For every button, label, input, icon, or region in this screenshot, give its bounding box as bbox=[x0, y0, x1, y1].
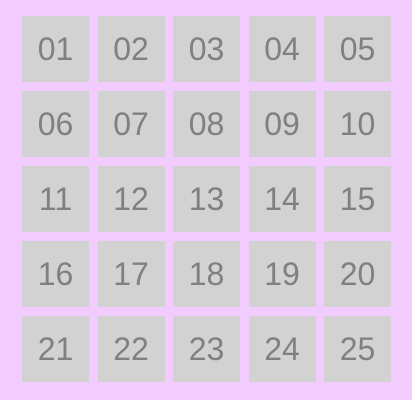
grid-tile[interactable]: 21 bbox=[22, 316, 89, 382]
grid-tile[interactable]: 07 bbox=[97, 91, 165, 157]
grid-tile[interactable]: 17 bbox=[97, 241, 165, 307]
grid-tile[interactable]: 11 bbox=[22, 166, 89, 232]
grid-tile[interactable]: 03 bbox=[173, 16, 240, 82]
tile-label: 01 bbox=[37, 31, 74, 67]
grid-tile[interactable]: 06 bbox=[22, 91, 89, 157]
grid-tile[interactable]: 05 bbox=[324, 16, 391, 82]
grid-tile[interactable]: 23 bbox=[173, 316, 240, 382]
tile-label: 14 bbox=[264, 181, 300, 217]
tile-grid: 01 02 03 04 05 06 07 08 09 10 11 12 13 1… bbox=[22, 16, 391, 382]
page: { "theme": { "background_color": "#f3ccf… bbox=[0, 0, 412, 400]
tile-label: 23 bbox=[188, 331, 225, 367]
grid-tile[interactable]: 16 bbox=[22, 241, 89, 307]
tile-label: 19 bbox=[264, 256, 300, 292]
grid-tile[interactable]: 20 bbox=[324, 241, 391, 307]
grid-tile[interactable]: 02 bbox=[97, 16, 165, 82]
tile-label: 22 bbox=[113, 331, 149, 367]
grid-tile[interactable]: 04 bbox=[248, 16, 316, 82]
tile-label: 04 bbox=[264, 31, 300, 67]
tile-label: 20 bbox=[339, 256, 376, 292]
tile-label: 15 bbox=[339, 181, 376, 217]
tile-label: 24 bbox=[264, 331, 300, 367]
tile-label: 18 bbox=[188, 256, 225, 292]
tile-label: 21 bbox=[37, 331, 74, 367]
grid-tile[interactable]: 14 bbox=[248, 166, 316, 232]
grid-tile[interactable]: 19 bbox=[248, 241, 316, 307]
grid-tile[interactable]: 08 bbox=[173, 91, 240, 157]
grid-tile[interactable]: 15 bbox=[324, 166, 391, 232]
tile-label: 08 bbox=[188, 106, 225, 142]
tile-label: 10 bbox=[339, 106, 376, 142]
grid-tile[interactable]: 24 bbox=[248, 316, 316, 382]
grid-tile[interactable]: 09 bbox=[248, 91, 316, 157]
grid-tile[interactable]: 13 bbox=[173, 166, 240, 232]
grid-tile[interactable]: 25 bbox=[324, 316, 391, 382]
tile-label: 11 bbox=[38, 181, 73, 217]
tile-label: 25 bbox=[339, 331, 376, 367]
grid-tile[interactable]: 12 bbox=[97, 166, 165, 232]
grid-tile[interactable]: 18 bbox=[173, 241, 240, 307]
tile-label: 12 bbox=[113, 181, 149, 217]
tile-label: 07 bbox=[113, 106, 149, 142]
tile-label: 13 bbox=[188, 181, 225, 217]
tile-label: 16 bbox=[37, 256, 74, 292]
grid-tile[interactable]: 22 bbox=[97, 316, 165, 382]
grid-tile[interactable]: 01 bbox=[22, 16, 89, 82]
grid-tile[interactable]: 10 bbox=[324, 91, 391, 157]
tile-label: 05 bbox=[339, 31, 376, 67]
tile-label: 09 bbox=[264, 106, 300, 142]
tile-label: 17 bbox=[113, 256, 149, 292]
tile-label: 02 bbox=[113, 31, 149, 67]
tile-label: 03 bbox=[188, 31, 225, 67]
tile-label: 06 bbox=[37, 106, 74, 142]
